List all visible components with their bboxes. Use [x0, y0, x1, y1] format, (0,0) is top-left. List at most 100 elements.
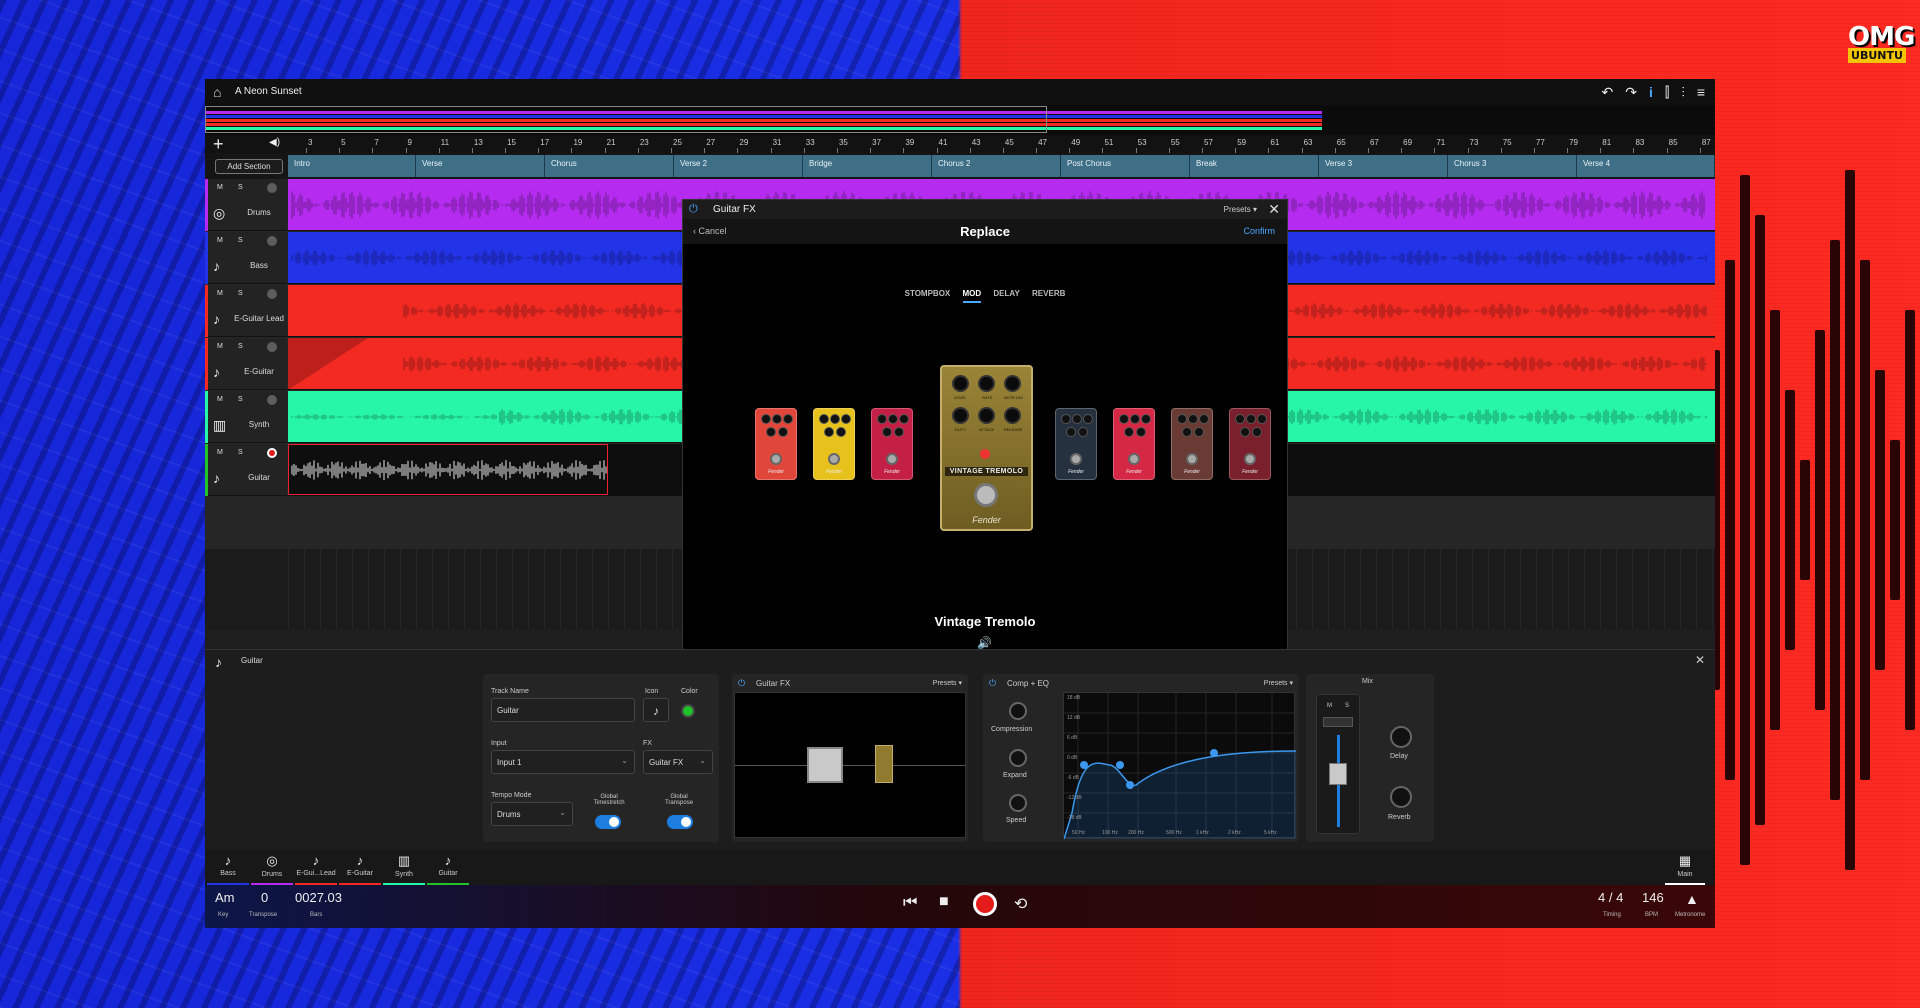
redo-icon[interactable]: ↷ — [1625, 84, 1637, 101]
solo-button[interactable]: S — [238, 237, 243, 244]
fx-select[interactable]: Guitar FX ⌄ — [643, 750, 713, 774]
pedal-option[interactable]: Fender — [1229, 408, 1271, 480]
track-selector-item[interactable]: ▥ Synth — [383, 851, 425, 885]
power-icon[interactable]: ⏻ — [989, 678, 996, 689]
mute-button[interactable]: M — [217, 449, 223, 456]
knob-level[interactable] — [952, 375, 969, 392]
info-icon[interactable]: i — [1649, 84, 1653, 101]
section-block[interactable]: Chorus 2 — [932, 155, 1061, 177]
section-block[interactable]: Bridge — [803, 155, 932, 177]
track-selector-item[interactable]: ♪ Guitar — [427, 851, 469, 885]
knob-attack[interactable] — [978, 407, 995, 424]
home-icon[interactable]: ⌂ — [213, 84, 229, 100]
record-arm-button[interactable] — [267, 183, 277, 193]
track-color-swatch[interactable] — [681, 704, 695, 718]
metronome-icon[interactable]: ▲ — [1685, 891, 1699, 907]
pedal-option[interactable]: Fender — [1055, 408, 1097, 480]
pedal-option[interactable]: Fender — [813, 408, 855, 480]
solo-button[interactable]: S — [238, 290, 243, 297]
solo-button[interactable]: S — [238, 449, 243, 456]
track-header[interactable]: M S ♪ E-Guitar Lead — [205, 285, 287, 337]
key-value[interactable]: Am — [215, 890, 235, 905]
tab-mod[interactable]: MOD — [962, 289, 982, 303]
pan-control[interactable] — [1323, 717, 1353, 727]
knob-release[interactable] — [1004, 407, 1021, 424]
knob-duty[interactable] — [952, 407, 969, 424]
knob-rate[interactable] — [978, 375, 995, 392]
tempo-mode-select[interactable]: Drums ⌄ — [491, 802, 573, 826]
expand-knob[interactable] — [1009, 749, 1027, 767]
amp-thumbnail[interactable] — [807, 747, 843, 783]
pedal-thumbnail[interactable] — [875, 745, 893, 783]
tab-delay[interactable]: DELAY — [993, 289, 1019, 301]
section-block[interactable]: Intro — [288, 155, 416, 177]
bar-ruler[interactable]: 3 5 7 9 11 13 15 17 19 21 23 25 27 29 31 33 35 37 39 41 43 45… — [288, 135, 1715, 153]
record-button[interactable] — [973, 892, 997, 916]
mute-button[interactable]: M — [1327, 703, 1332, 709]
eq-band-handle[interactable] — [1210, 749, 1218, 757]
solo-button[interactable]: S — [238, 184, 243, 191]
solo-button[interactable]: S — [1345, 703, 1349, 709]
power-icon[interactable]: ⏻ — [738, 678, 745, 689]
global-timestretch-toggle[interactable] — [595, 815, 621, 829]
record-arm-button[interactable] — [267, 236, 277, 246]
vintage-tremolo-pedal[interactable]: LEVEL RATE NOTE DIV DUTY ATTACK RELEASE … — [940, 365, 1033, 531]
loop-icon[interactable]: ⟲ — [1014, 894, 1027, 914]
record-arm-button[interactable] — [267, 289, 277, 299]
menu-icon[interactable]: ≡ — [1697, 84, 1705, 101]
timing-value[interactable]: 4 / 4 — [1598, 890, 1623, 905]
add-track-button[interactable]: + — [213, 135, 224, 153]
section-block[interactable]: Verse 4 — [1577, 155, 1715, 177]
transpose-value[interactable]: 0 — [261, 890, 268, 905]
eq-band-handle[interactable] — [1126, 781, 1134, 789]
presets-dropdown[interactable]: Presets ▾ — [933, 679, 962, 687]
eq-band-handle[interactable] — [1080, 761, 1088, 769]
section-block[interactable]: Chorus — [545, 155, 674, 177]
track-selector-item[interactable]: ◎ Drums — [251, 851, 293, 885]
add-section-button[interactable]: Add Section — [215, 159, 283, 174]
track-selector-item[interactable]: ♪ E-Gui...Lead — [295, 851, 337, 885]
compression-knob[interactable] — [1009, 702, 1027, 720]
undo-icon[interactable]: ↶ — [1601, 84, 1613, 101]
section-block[interactable]: Verse — [416, 155, 545, 177]
section-block[interactable]: Post Chorus — [1061, 155, 1190, 177]
section-block[interactable]: Chorus 3 — [1448, 155, 1577, 177]
mute-button[interactable]: M — [217, 290, 223, 297]
track-name-field[interactable]: Guitar — [491, 698, 635, 722]
pedal-option[interactable]: Fender — [871, 408, 913, 480]
pedal-option[interactable]: Fender — [1113, 408, 1155, 480]
solo-button[interactable]: S — [238, 343, 243, 350]
delay-knob[interactable] — [1390, 726, 1412, 748]
record-arm-button[interactable] — [267, 448, 277, 458]
tab-reverb[interactable]: REVERB — [1032, 289, 1065, 301]
bars-value[interactable]: 0027.03 — [295, 890, 342, 905]
reverb-knob[interactable] — [1390, 786, 1412, 808]
close-icon[interactable]: ✕ — [1695, 653, 1705, 667]
record-arm-button[interactable] — [267, 342, 277, 352]
track-header[interactable]: M S ♪ E-Guitar — [205, 338, 287, 390]
section-block[interactable]: Verse 2 — [674, 155, 803, 177]
input-select[interactable]: Input 1 ⌄ — [491, 750, 635, 774]
footswitch[interactable] — [974, 483, 998, 507]
section-block[interactable]: Verse 3 — [1319, 155, 1448, 177]
volume-fader[interactable] — [1329, 763, 1347, 785]
track-selector-item[interactable]: ♪ Bass — [207, 851, 249, 885]
track-selector-item[interactable]: ♪ E-Guitar — [339, 851, 381, 885]
recording-region[interactable] — [288, 444, 608, 495]
track-icon-picker[interactable]: ♪ — [643, 698, 669, 722]
confirm-button[interactable]: Confirm — [1243, 226, 1275, 236]
rewind-icon[interactable]: ⏮ — [903, 894, 917, 912]
speed-knob[interactable] — [1009, 794, 1027, 812]
stop-icon[interactable]: ■ — [939, 893, 949, 911]
track-header[interactable]: M S ♪ Guitar — [205, 444, 287, 496]
pedal-option[interactable]: Fender — [1171, 408, 1213, 480]
global-transpose-toggle[interactable] — [667, 815, 693, 829]
knob-note-div[interactable] — [1004, 375, 1021, 392]
eq-graph[interactable]: 18 dB 12 dB 6 dB 0 dB -6 dB -12 dB -18 dB 50 Hz… — [1063, 692, 1296, 839]
section-block[interactable]: Break — [1190, 155, 1319, 177]
track-header[interactable]: M S ▥ Synth — [205, 391, 287, 443]
power-icon[interactable]: ⏻ — [689, 203, 698, 216]
tuner-icon[interactable]: ⫿ — [1665, 84, 1669, 101]
arrangement-overview[interactable] — [205, 105, 1715, 135]
record-arm-button[interactable] — [267, 395, 277, 405]
